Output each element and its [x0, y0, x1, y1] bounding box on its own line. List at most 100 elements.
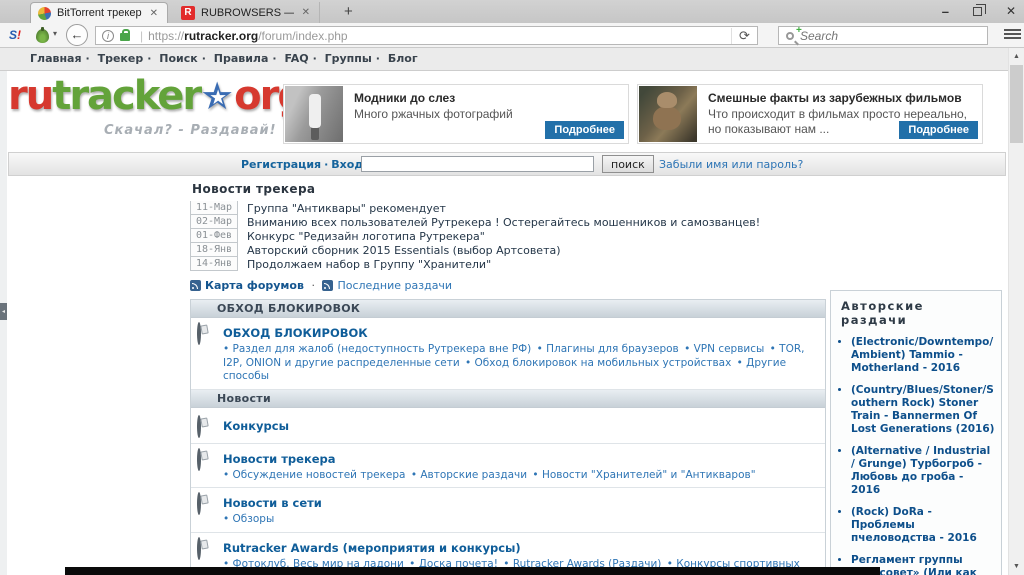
- ad-banner[interactable]: Модники до слез Много ржачных фотографий…: [283, 84, 629, 144]
- scrollbar-thumb[interactable]: [1010, 65, 1023, 143]
- latest-releases-link[interactable]: Последние раздачи: [337, 279, 452, 292]
- category-header: Новости: [191, 390, 825, 408]
- news-date: 02-Мар: [190, 215, 238, 229]
- list-item: (Rock) DoRa - Проблемы пчеловодства - 20…: [851, 506, 995, 545]
- tab-close-icon[interactable]: ✕: [148, 8, 160, 19]
- chevron-down-icon[interactable]: ▾: [53, 29, 57, 38]
- menu-link-blog[interactable]: Блог: [388, 52, 418, 65]
- scroll-up-icon[interactable]: ▲: [1009, 49, 1024, 64]
- forum-link[interactable]: Конкурсы: [223, 420, 289, 433]
- scroll-down-icon[interactable]: ▼: [1009, 559, 1024, 574]
- tab-rutracker[interactable]: BitTorrent трекер RuTrack... ✕: [30, 2, 168, 23]
- release-link[interactable]: (Rock) DoRa - Проблемы пчеловодства - 20…: [851, 506, 977, 544]
- ad-more-button[interactable]: Подробнее: [899, 121, 978, 139]
- rss-links-row: Карта форумов · Последние раздачи: [190, 279, 826, 292]
- menu-link-gruppy[interactable]: Группы: [325, 52, 372, 65]
- list-item: (Country/Blues/Stoner/Southern Rock) Sto…: [851, 384, 995, 436]
- forum-search-button[interactable]: поиск: [602, 155, 654, 173]
- rutracker-favicon-icon: [38, 7, 51, 20]
- panel-toggle-handle[interactable]: ◂: [0, 303, 7, 320]
- release-link[interactable]: (Alternative / Industrial / Grunge) Турб…: [851, 445, 990, 496]
- tab-close-icon[interactable]: ✕: [300, 7, 312, 18]
- forum-link[interactable]: ОБХОД БЛОКИРОВОК: [223, 327, 368, 340]
- back-button[interactable]: ←: [66, 24, 88, 46]
- news-date: 14-Янв: [190, 257, 238, 271]
- tab-rubrowsers[interactable]: R RUBROWSERS — Скачать ... ✕: [174, 2, 320, 23]
- onion-icon[interactable]: [36, 29, 49, 43]
- forum-link[interactable]: Новости трекера: [223, 453, 336, 466]
- forum-map-link[interactable]: Карта форумов: [205, 279, 304, 292]
- menu-link-faq[interactable]: FAQ: [284, 52, 308, 65]
- startpage-icon[interactable]: S!: [9, 28, 21, 42]
- ad-title: Модники до слез: [354, 91, 455, 105]
- subforum-link[interactable]: Раздел для жалоб (недоступность Рутрекер…: [223, 343, 531, 355]
- rss-icon: [322, 280, 333, 291]
- tab-bar: BitTorrent трекер RuTrack... ✕ R RUBROWS…: [0, 0, 1024, 23]
- subforum-link[interactable]: Обсуждение новостей трекера: [223, 469, 405, 481]
- new-tab-button[interactable]: +: [336, 3, 361, 20]
- list-item: (Electronic/Downtempo/Ambient) Tammio - …: [851, 336, 995, 375]
- news-link[interactable]: Конкурс "Редизайн логотипа Рутрекера": [247, 229, 485, 243]
- news-link[interactable]: Вниманию всех пользователей Рутрекера ! …: [247, 215, 760, 229]
- bottom-black-bar: [65, 567, 880, 575]
- page-scrollbar[interactable]: ▲ ▼: [1008, 48, 1024, 575]
- url-text: https://rutracker.org/forum/index.php: [148, 29, 347, 43]
- left-rail: [0, 71, 7, 575]
- ad-more-button[interactable]: Подробнее: [545, 121, 624, 139]
- news-row: 01-Фев Конкурс "Редизайн логотипа Рутрек…: [190, 229, 826, 243]
- news-row: 14-Янв Продолжаем набор в Группу "Хранит…: [190, 257, 826, 271]
- subforum-link[interactable]: Обзоры: [223, 513, 274, 525]
- menu-link-pravila[interactable]: Правила: [214, 52, 269, 65]
- forum-link[interactable]: Новости в сети: [223, 497, 322, 510]
- subforum-links: Раздел для жалоб (недоступность Рутрекер…: [223, 343, 817, 384]
- ad-text: Много ржачных фотографий: [354, 107, 622, 122]
- browser-search-input[interactable]: [800, 29, 960, 43]
- minimize-icon[interactable]: –: [942, 4, 949, 19]
- subforum-link[interactable]: Плагины для браузеров: [537, 343, 679, 355]
- ad-title: Смешные факты из зарубежных фильмов: [708, 91, 962, 105]
- subforum-links: Обзоры: [223, 513, 817, 527]
- address-bar[interactable]: i | https://rutracker.org/forum/index.ph…: [95, 26, 758, 45]
- top-menu: Главная· Трекер· Поиск· Правила· FAQ· Гр…: [0, 48, 1008, 71]
- menu-link-glavnaya[interactable]: Главная: [30, 52, 82, 65]
- browser-toolbar: S! ▾ ← i | https://rutracker.org/forum/i…: [0, 23, 1024, 48]
- site-logo[interactable]: rutracker★★org Скачал? - Раздавай!: [8, 76, 258, 116]
- info-icon[interactable]: i: [102, 30, 114, 42]
- subforum-link[interactable]: Авторские раздачи: [411, 469, 527, 481]
- news-date: 18-Янв: [190, 243, 238, 257]
- subforum-link[interactable]: VPN сервисы: [684, 343, 764, 355]
- restore-icon[interactable]: [973, 7, 982, 16]
- news-row: 18-Янв Авторский сборник 2015 Essentials…: [190, 243, 826, 257]
- news-row: 02-Мар Вниманию всех пользователей Рутре…: [190, 215, 826, 229]
- forgot-password-link[interactable]: Забыли имя или пароль?: [659, 158, 803, 171]
- release-link[interactable]: (Electronic/Downtempo/Ambient) Tammio - …: [851, 336, 993, 374]
- login-link[interactable]: Вход: [331, 158, 363, 171]
- ad-image: [639, 86, 697, 142]
- forum-search-input[interactable]: [361, 156, 594, 172]
- lock-icon[interactable]: [120, 33, 130, 41]
- release-link[interactable]: (Country/Blues/Stoner/Southern Rock) Sto…: [851, 384, 994, 435]
- rss-icon: [190, 280, 201, 291]
- register-link[interactable]: Регистрация: [241, 158, 321, 171]
- menu-icon[interactable]: [1004, 29, 1021, 41]
- forum-icon: [197, 322, 201, 345]
- forum-row: Конкурсы: [191, 408, 825, 444]
- rubrowsers-favicon-icon: R: [181, 6, 195, 20]
- ad-banner[interactable]: Смешные факты из зарубежных фильмов Что …: [637, 84, 983, 144]
- forum-link[interactable]: Rutracker Awards (мероприятия и конкурсы…: [223, 542, 521, 555]
- subforum-link[interactable]: Новости "Хранителей" и "Антикваров": [532, 469, 755, 481]
- login-bar: Регистрация·Вход поиск Забыли имя или па…: [8, 152, 1006, 176]
- menu-link-treker[interactable]: Трекер: [98, 52, 144, 65]
- news-link[interactable]: Авторский сборник 2015 Essentials (выбор…: [247, 243, 561, 257]
- search-icon[interactable]: [786, 32, 794, 40]
- news-title: Новости трекера: [192, 182, 826, 196]
- news-date: 01-Фев: [190, 229, 238, 243]
- reload-icon[interactable]: ⟳: [731, 28, 757, 44]
- menu-link-poisk[interactable]: Поиск: [159, 52, 197, 65]
- browser-search-box[interactable]: +: [778, 26, 988, 45]
- news-link[interactable]: Группа "Антиквары" рекомендует: [247, 201, 446, 215]
- news-link[interactable]: Продолжаем набор в Группу "Хранители": [247, 257, 491, 271]
- subforum-link[interactable]: Обход блокировок на мобильных устройства…: [465, 357, 731, 369]
- close-window-icon[interactable]: ✕: [1006, 4, 1016, 18]
- news-row: 11-Мар Группа "Антиквары" рекомендует: [190, 201, 826, 215]
